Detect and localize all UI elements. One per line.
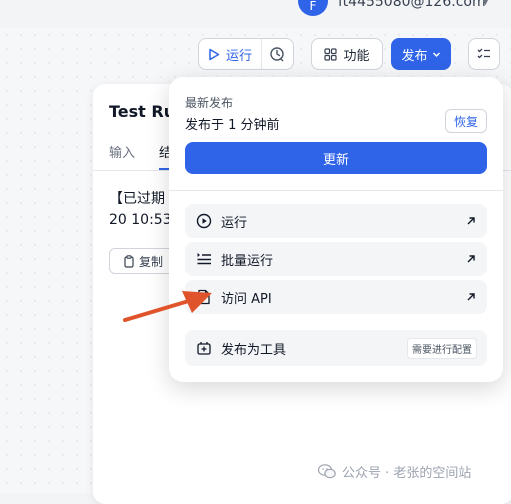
clipboard-icon [124,254,134,268]
account-email[interactable]: ft4455080@126.com [338,0,486,10]
result-text-line: 20 10:53 [109,212,172,228]
grid-icon [324,47,338,61]
checklist-button[interactable] [468,38,500,70]
copy-button[interactable]: 复制 [109,248,177,274]
play-icon [209,48,220,60]
menu-item-run[interactable]: 运行 [185,204,487,238]
publish-button[interactable]: 发布 [391,38,451,70]
result-text-line: 【已过期 [109,191,165,207]
menu-item-label: 发布为工具 [221,342,287,358]
features-button-label: 功能 [343,48,370,64]
update-button[interactable]: 更新 [185,142,487,174]
run-button-label: 运行 [225,48,252,64]
avatar[interactable]: F [298,0,328,16]
tab-input[interactable]: 输入 [109,142,135,161]
chevron-down-icon [432,51,440,57]
published-time: 发布于 1 分钟前 [185,118,280,133]
tool-icon [195,339,213,357]
menu-item-publish-as-tool[interactable]: 发布为工具 需要进行配置 [185,330,487,366]
menu-item-label: 访问 API [221,291,272,307]
menu-item-label: 运行 [221,215,248,231]
external-link-arrow-icon [465,291,477,303]
watermark-text: 公众号 · 老张的空间站 [342,466,472,481]
needs-config-badge: 需要进行配置 [407,337,477,359]
play-circle-icon [195,212,213,230]
publish-button-label: 发布 [401,48,428,64]
watermark: 公众号 · 老张的空间站 [318,462,471,481]
top-bar: F ft4455080@126.com ▼ [0,0,511,28]
wechat-icon [318,464,336,479]
dropdown-divider [169,190,503,191]
menu-item-label: 批量运行 [221,253,274,269]
latest-publish-heading: 最新发布 [185,96,234,110]
annotation-arrow [123,291,212,322]
external-link-arrow-icon [465,253,477,265]
chevron-down-icon[interactable]: ▼ [482,0,489,7]
history-icon [270,47,284,62]
run-history-button[interactable] [261,39,293,69]
external-link-arrow-icon [465,215,477,227]
menu-item-batch-run[interactable]: 批量运行 [185,242,487,276]
batch-list-icon [195,250,213,268]
menu-item-access-api[interactable]: 访问 API [185,280,487,314]
copy-button-label: 复制 [138,254,163,269]
run-button[interactable]: 运行 [199,39,262,69]
features-button[interactable]: 功能 [311,38,383,70]
run-button-group: 运行 [198,38,294,70]
checklist-icon [477,48,490,59]
restore-button[interactable]: 恢复 [445,109,487,133]
publish-dropdown: 最新发布 发布于 1 分钟前 恢复 更新 运行 批量运行 访问 API 发布为工… [169,77,503,382]
